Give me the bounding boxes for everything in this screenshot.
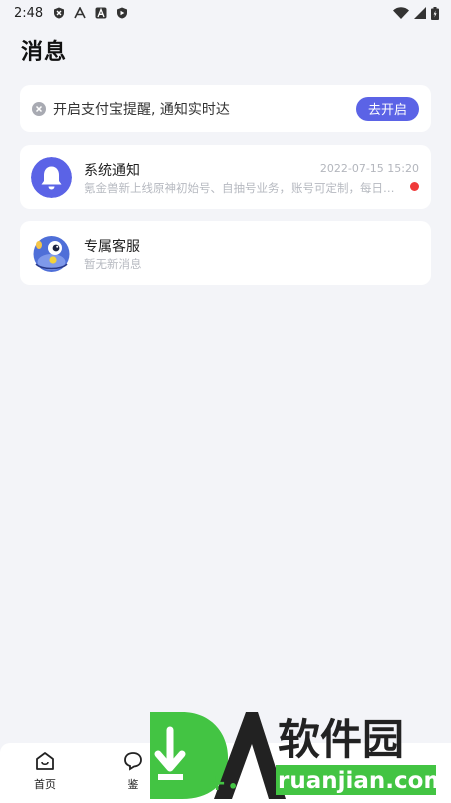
wifi-icon <box>393 7 409 19</box>
app-a-icon <box>74 7 86 19</box>
message-title: 专属客服 <box>84 239 140 255</box>
svg-text:+: + <box>208 771 226 796</box>
nav-item-home[interactable]: 首页 <box>20 751 70 792</box>
status-bar: 2:48 <box>0 0 451 26</box>
svg-text:•: • <box>228 777 238 796</box>
close-icon[interactable] <box>32 101 46 116</box>
notice-text: 开启支付宝提醒, 通知实时达 <box>53 101 230 118</box>
signal-icon <box>414 7 426 19</box>
message-preview: 暂无新消息 <box>84 257 142 271</box>
notification-icons <box>53 7 128 19</box>
message-time: 2022-07-15 15:20 <box>319 162 419 175</box>
home-icon <box>36 752 54 770</box>
watermark-domain: ruanjian.com <box>278 768 447 794</box>
message-item-system[interactable]: 系统通知 2022-07-15 15:20 氪金兽新上线原神初始号、自抽号业务，… <box>20 145 431 209</box>
system-icons <box>393 6 439 20</box>
unread-dot <box>410 182 419 191</box>
watermark-logo: + • 软件园 ruanjian.com <box>150 712 447 799</box>
shield-play-icon <box>117 7 128 19</box>
enable-notification-button[interactable]: 去开启 <box>356 96 419 121</box>
watermark-text: 软件园 <box>278 715 404 764</box>
shield-x-icon <box>54 7 65 19</box>
message-preview: 氪金兽新上线原神初始号、自抽号业务，账号可定制，每日… <box>84 181 395 195</box>
bell-icon <box>31 157 72 198</box>
app-a-box-icon <box>95 7 107 19</box>
message-item-customer-service[interactable]: 专属客服 暂无新消息 <box>20 221 431 285</box>
page-title: 消息 <box>21 40 68 65</box>
message-title: 系统通知 <box>84 163 140 179</box>
alipay-notice-banner: 开启支付宝提醒, 通知实时达 去开启 <box>20 85 431 132</box>
battery-icon <box>431 6 439 20</box>
status-time: 2:48 <box>14 5 44 21</box>
mascot-avatar <box>33 236 70 272</box>
nav-label: 首页 <box>34 778 56 791</box>
